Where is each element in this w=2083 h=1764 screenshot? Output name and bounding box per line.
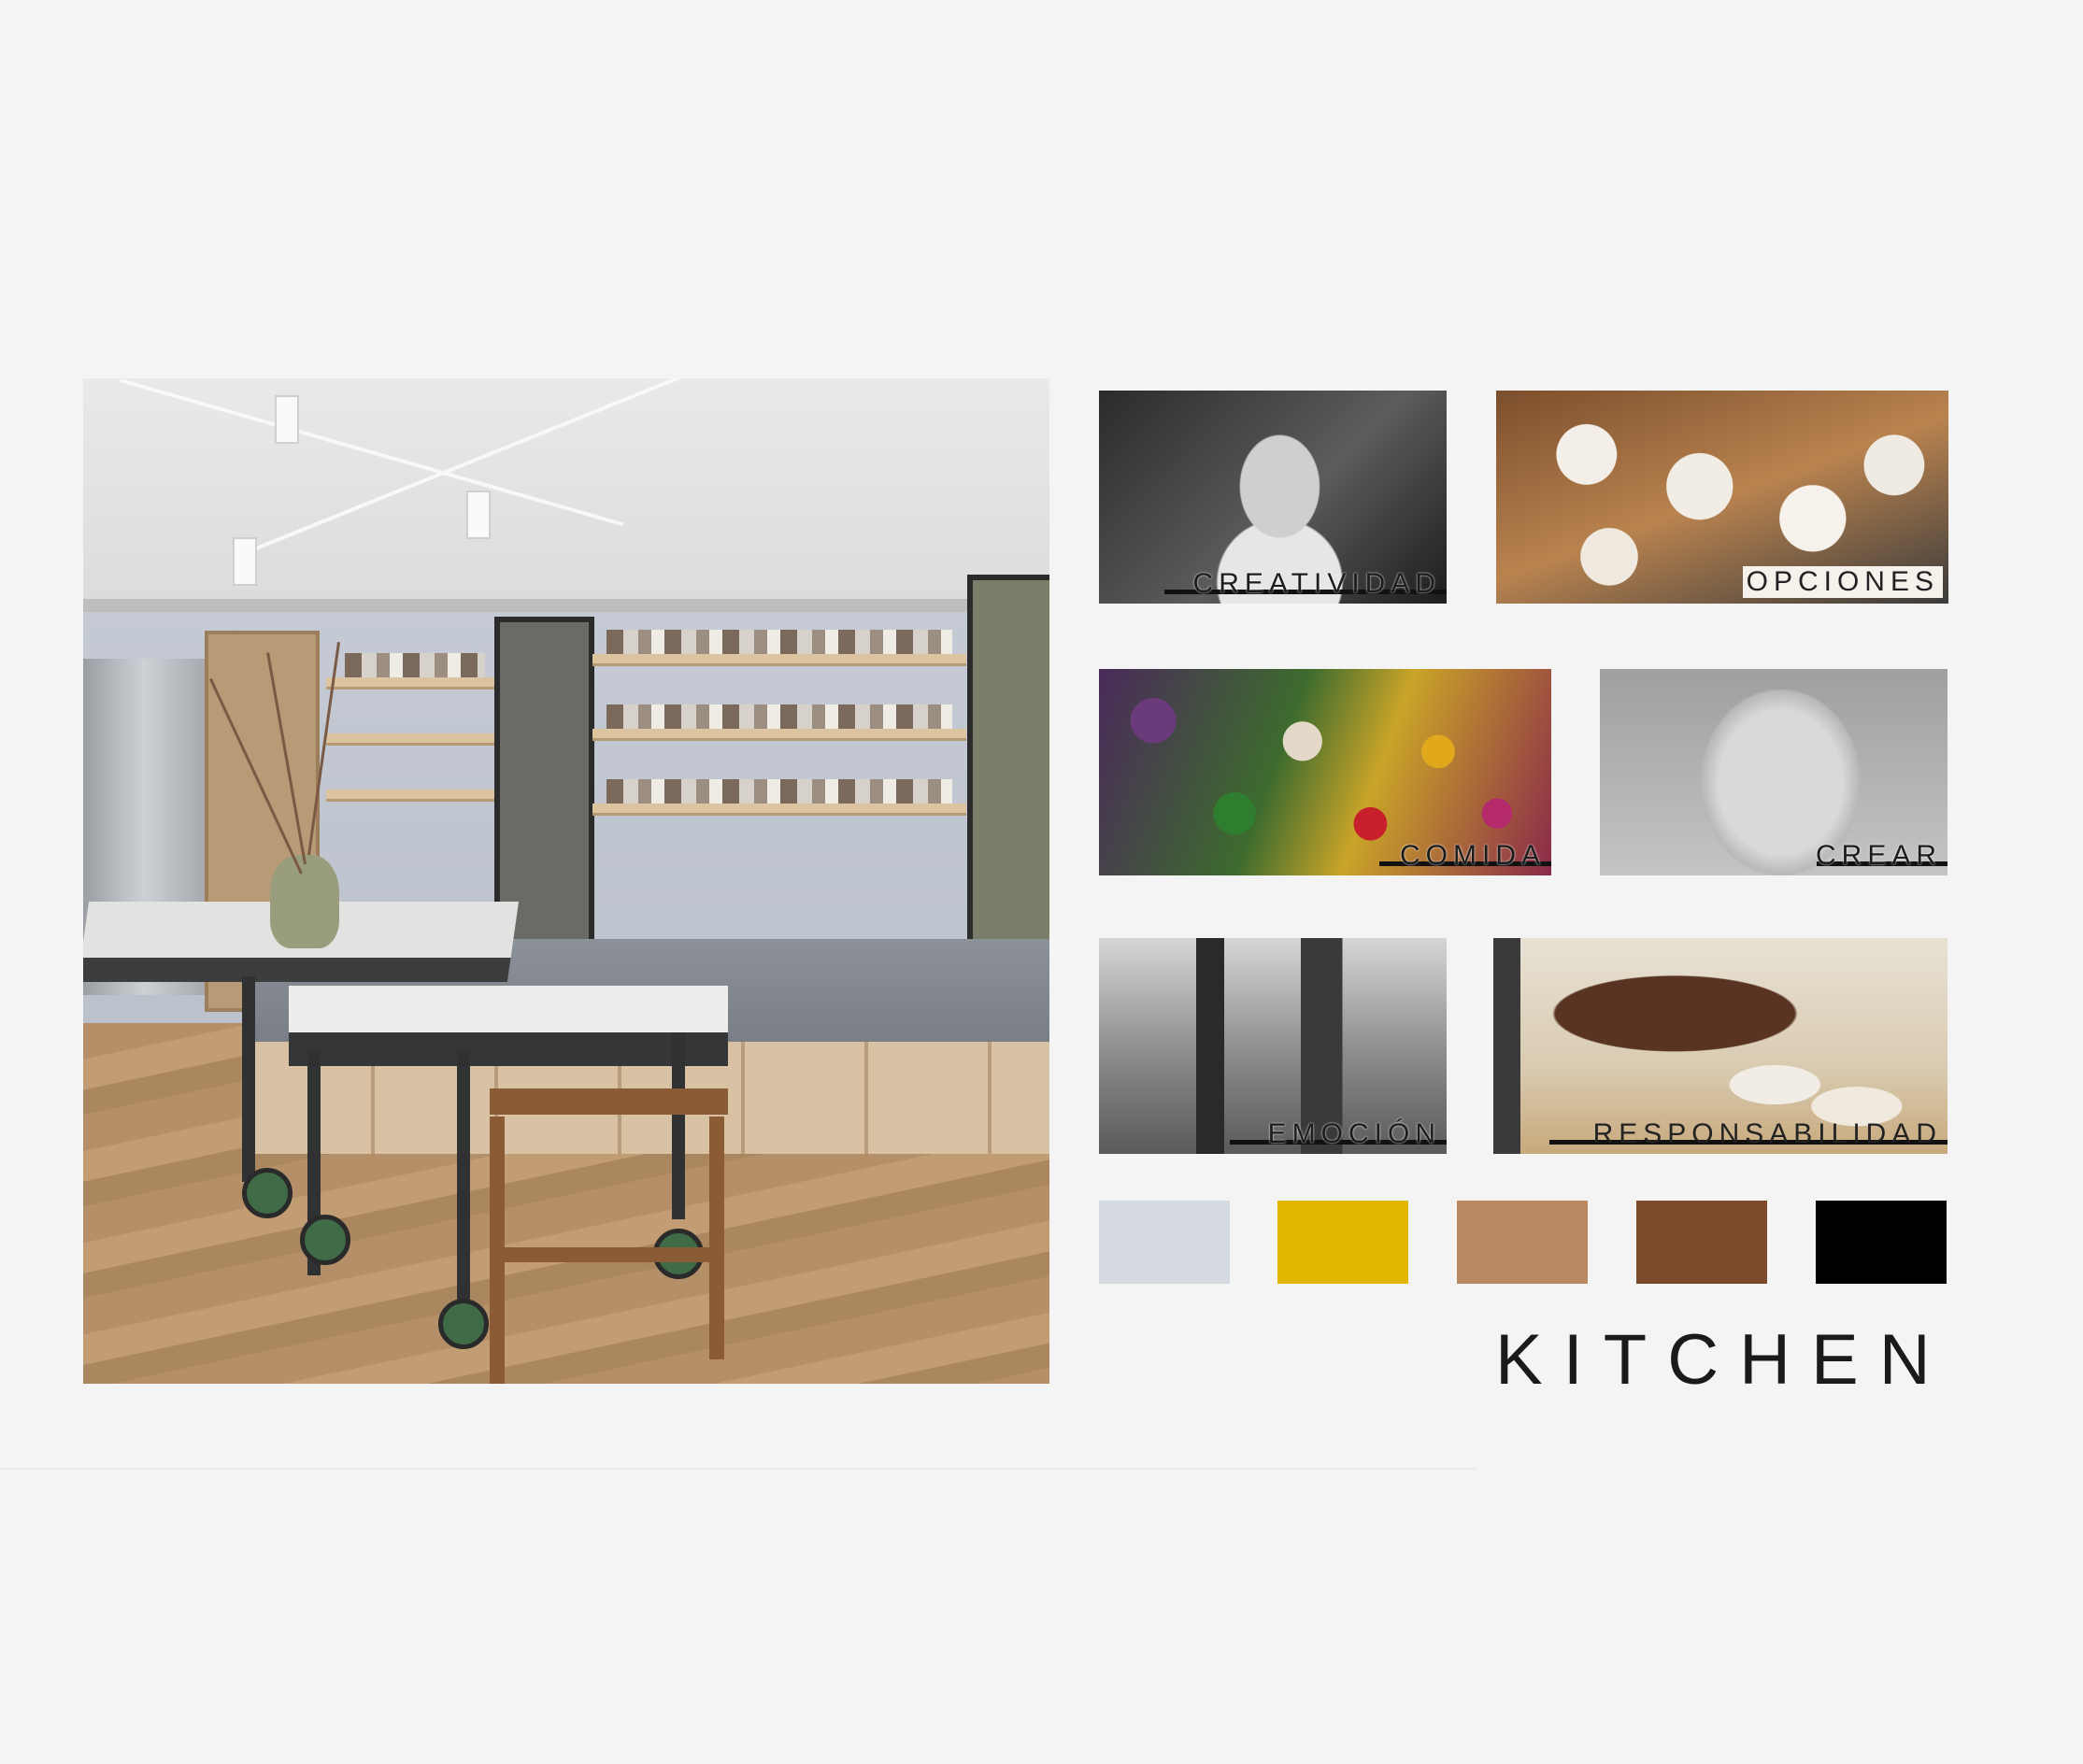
tile-caption: CREAR: [1815, 840, 1942, 871]
tile-opciones: OPCIONES: [1496, 391, 1948, 604]
tile-caption: OPCIONES: [1742, 566, 1943, 598]
tile-crear: CREAR: [1600, 669, 1947, 875]
moodboard: CREATIVIDAD OPCIONES COMIDA CREAR EMOCIÓ…: [0, 0, 2083, 1764]
divider: [0, 1468, 1477, 1470]
swatch-mustard-yellow: [1277, 1201, 1408, 1284]
tile-caption: RESPONSABILIDAD: [1592, 1118, 1942, 1149]
tile-comida: COMIDA: [1099, 669, 1551, 875]
tile-emocion: EMOCIÓN: [1099, 938, 1447, 1154]
swatch-tan: [1457, 1201, 1588, 1284]
tile-responsabilidad: RESPONSABILIDAD: [1493, 938, 1947, 1154]
moodboard-title: KITCHEN: [1495, 1320, 1951, 1400]
kitchen-hero-photo: [83, 378, 1049, 1384]
tile-caption: CREATIVIDAD: [1192, 568, 1441, 599]
swatch-light-gray: [1099, 1201, 1230, 1284]
tile-creatividad: CREATIVIDAD: [1099, 391, 1447, 604]
swatch-black: [1816, 1201, 1947, 1284]
tile-caption: EMOCIÓN: [1267, 1118, 1441, 1149]
swatch-walnut-brown: [1636, 1201, 1767, 1284]
tile-caption: COMIDA: [1400, 840, 1546, 871]
